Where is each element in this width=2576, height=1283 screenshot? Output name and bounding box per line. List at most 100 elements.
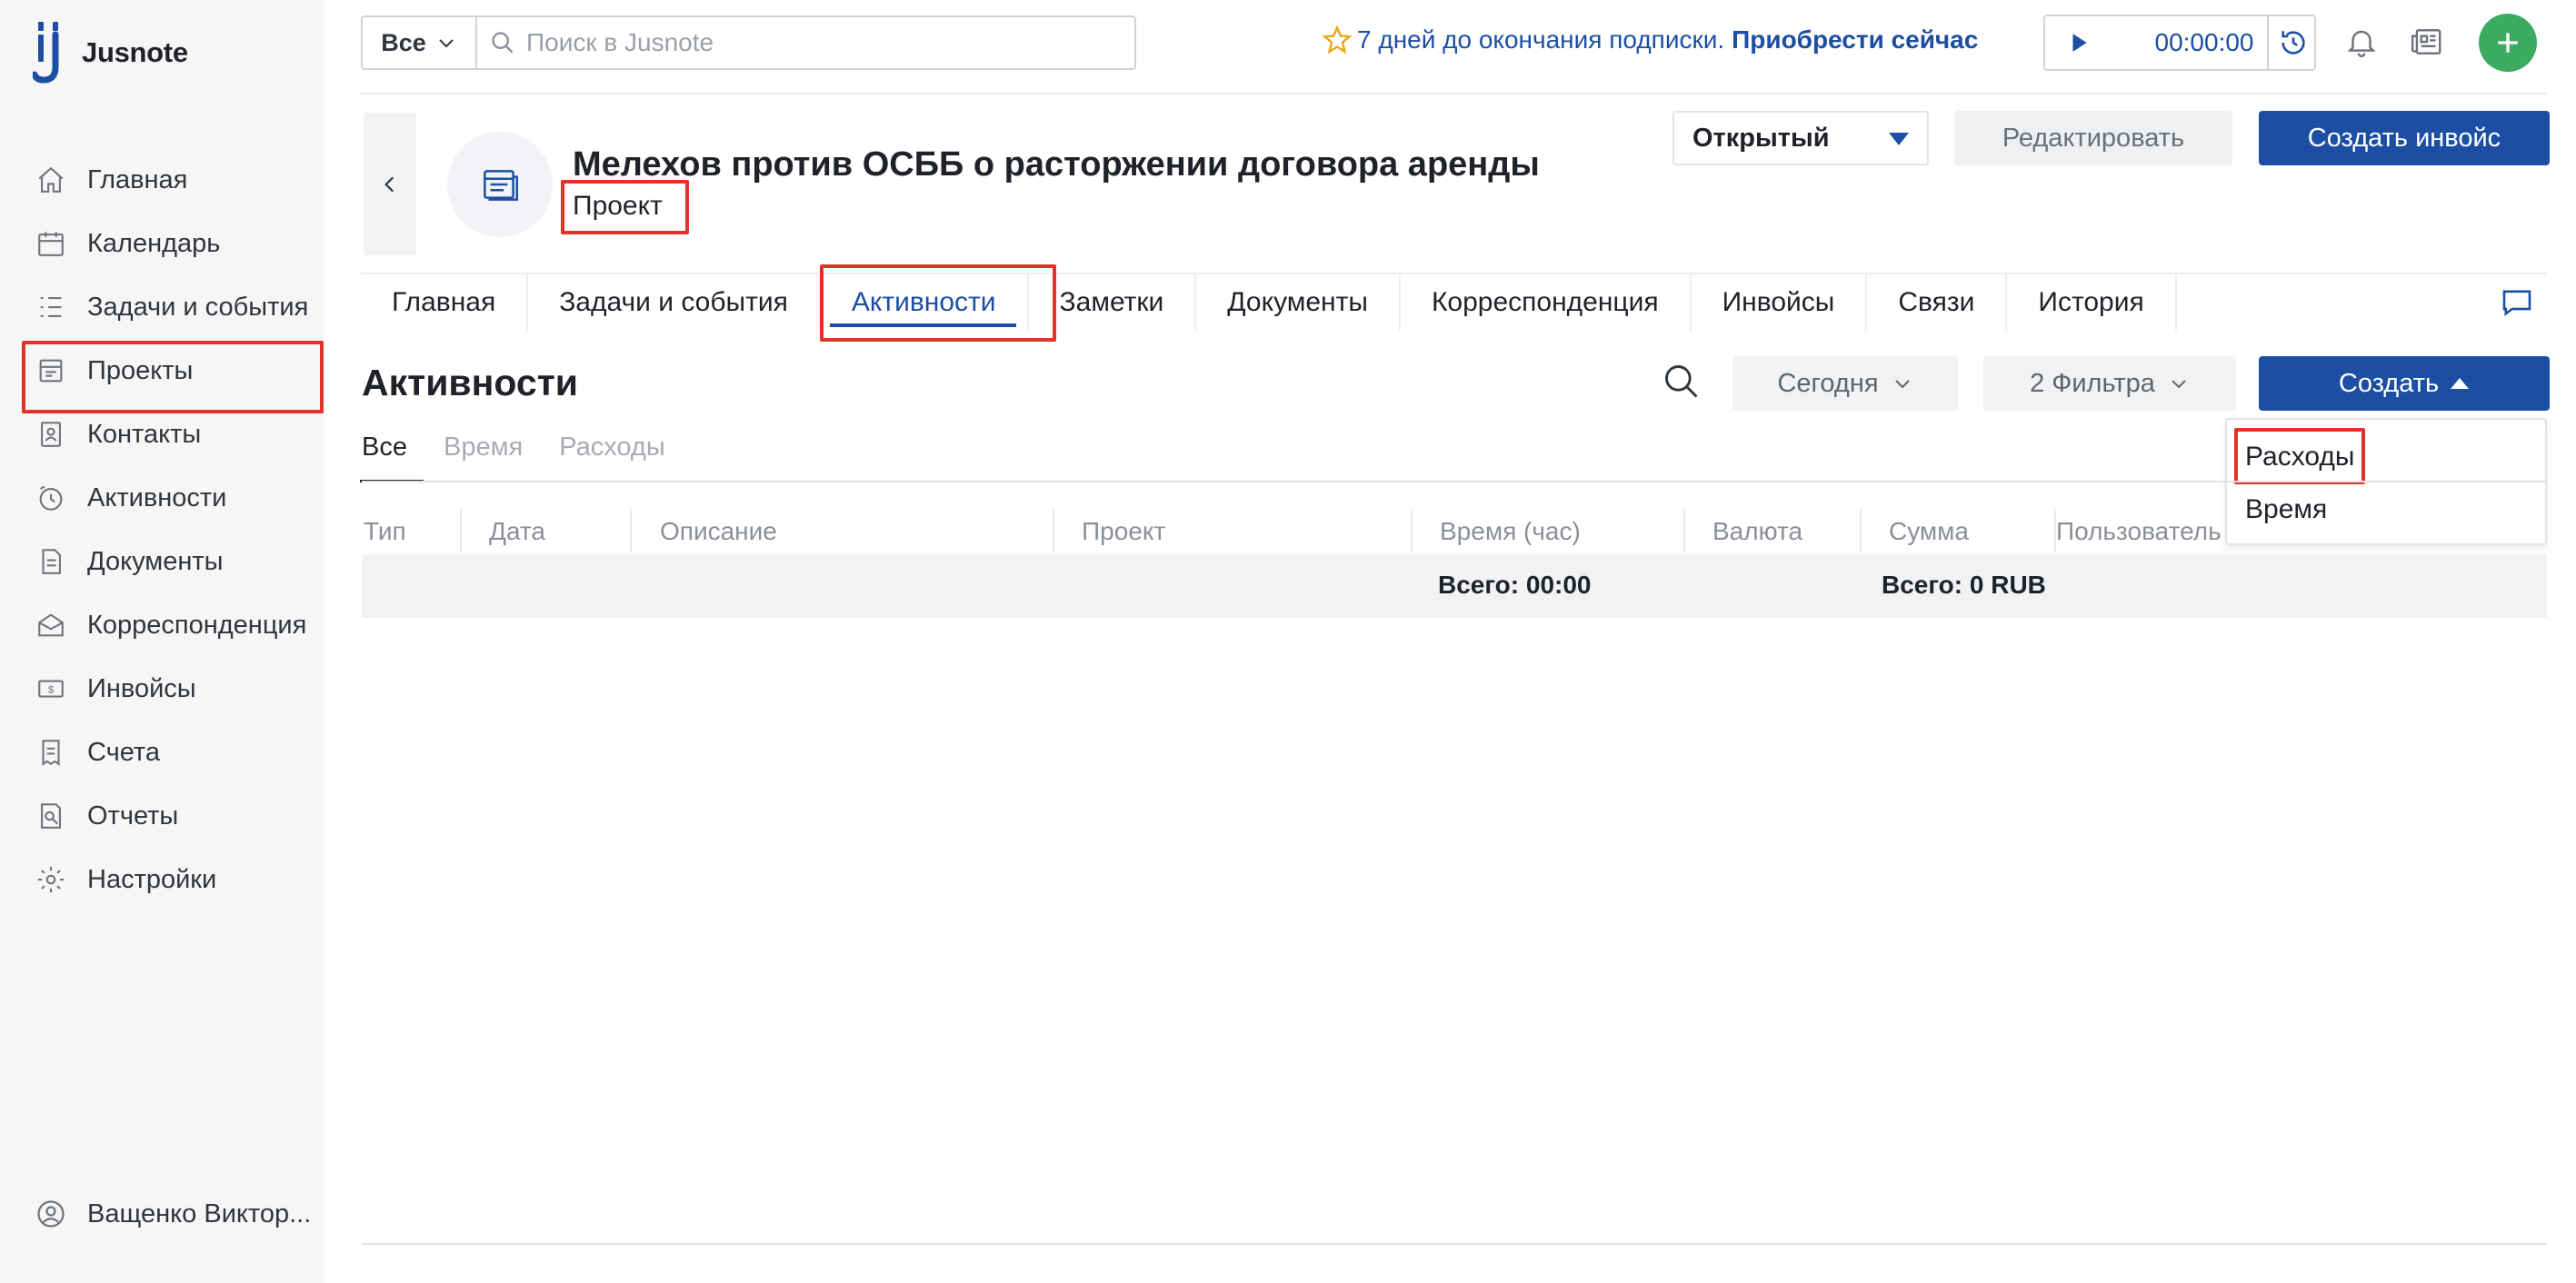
- sidebar-nav: Главная Календарь Задачи и события Проек…: [22, 148, 324, 911]
- subtabs-divider: [362, 481, 2547, 482]
- highlight-activities-tab: [820, 264, 1056, 342]
- chevron-down-icon: [2172, 380, 2186, 389]
- search-scope-select[interactable]: Все: [361, 15, 477, 70]
- plus-icon: [2498, 33, 2518, 53]
- jusnote-logo-icon: [33, 22, 59, 84]
- sidebar-item-tasks[interactable]: Задачи и события: [22, 275, 324, 339]
- create-invoice-button[interactable]: Создать инвойс: [2259, 111, 2550, 165]
- column-project[interactable]: Проект: [1082, 509, 1165, 554]
- global-search[interactable]: [475, 15, 1136, 70]
- sidebar-item-label: Настройки: [87, 864, 217, 894]
- create-button[interactable]: Создать: [2259, 356, 2550, 411]
- sidebar-item-settings[interactable]: Настройки: [22, 848, 324, 911]
- sidebar-item-home[interactable]: Главная: [22, 148, 324, 212]
- comments-icon[interactable]: [2498, 283, 2536, 322]
- subtab-all[interactable]: Все: [360, 433, 424, 482]
- chevron-down-icon: [1894, 380, 1910, 389]
- sidebar-item-label: Календарь: [87, 228, 221, 258]
- period-dropdown[interactable]: Сегодня: [1732, 356, 1958, 411]
- search-input[interactable]: [526, 28, 1108, 57]
- sidebar-item-label: Документы: [87, 546, 224, 576]
- notifications-button[interactable]: [2340, 20, 2383, 64]
- user-menu[interactable]: Ващенко Виктор...: [35, 1198, 311, 1230]
- user-icon: [37, 1200, 65, 1228]
- star-icon: [1322, 25, 1353, 55]
- column-currency[interactable]: Валюта: [1712, 509, 1802, 554]
- tab-relations[interactable]: Связи: [1867, 274, 2008, 331]
- edit-button[interactable]: Редактировать: [1954, 111, 2232, 165]
- sidebar-item-documents[interactable]: Документы: [22, 530, 324, 593]
- column-type[interactable]: Тип: [364, 509, 406, 554]
- column-separator: [460, 509, 462, 552]
- app-name: Jusnote: [82, 36, 188, 68]
- tab-documents[interactable]: Документы: [1196, 274, 1401, 331]
- subscription-banner: 7 дней до окончания подписки. Приобрести…: [1321, 24, 1978, 56]
- timer-history-button[interactable]: [2267, 15, 2318, 71]
- column-date[interactable]: Дата: [489, 509, 545, 554]
- play-icon: [2072, 34, 2087, 52]
- sidebar-item-label: Отчеты: [87, 801, 179, 830]
- sidebar-item-label: Контакты: [87, 419, 202, 449]
- sidebar-item-label: Главная: [87, 164, 188, 194]
- sidebar-item-label: Инвойсы: [87, 673, 196, 703]
- newspaper-icon: [2411, 29, 2441, 55]
- column-separator: [1411, 509, 1413, 552]
- app-logo[interactable]: Jusnote: [33, 18, 188, 87]
- column-amount[interactable]: Сумма: [1889, 509, 1969, 554]
- sidebar-item-invoices[interactable]: $ Инвойсы: [22, 657, 324, 721]
- sidebar: Jusnote Главная Календарь Задачи и событ…: [0, 0, 324, 1283]
- sidebar-item-label: Корреспонденция: [87, 610, 307, 640]
- search-icon: [492, 32, 514, 54]
- project-avatar: [447, 132, 553, 237]
- column-description[interactable]: Описание: [660, 509, 777, 554]
- column-separator: [1053, 509, 1054, 552]
- quick-add-button[interactable]: [2479, 14, 2537, 72]
- chevron-left-icon: [384, 176, 394, 192]
- tab-history[interactable]: История: [2007, 274, 2177, 331]
- user-name: Ващенко Виктор...: [87, 1198, 312, 1228]
- column-user[interactable]: Пользователь: [2056, 509, 2222, 554]
- buy-now-link[interactable]: Приобрести сейчас: [1732, 25, 1978, 55]
- sidebar-item-reports[interactable]: Отчеты: [22, 784, 324, 848]
- content-bottom-divider: [362, 1243, 2547, 1245]
- documents-icon: [35, 545, 67, 578]
- home-icon: [35, 164, 67, 196]
- project-status-select[interactable]: Открытый: [1672, 111, 1929, 165]
- chevron-down-icon: [439, 39, 454, 48]
- sidebar-item-calendar[interactable]: Календарь: [22, 212, 324, 275]
- project-folder-icon: [484, 170, 518, 201]
- period-value: Сегодня: [1777, 368, 1879, 398]
- tab-main[interactable]: Главная: [361, 274, 529, 331]
- highlight-expenses-item: [2234, 428, 2365, 484]
- reports-icon: [35, 800, 67, 832]
- sidebar-item-activities[interactable]: Активности: [22, 466, 324, 530]
- settings-icon: [35, 863, 67, 896]
- bell-icon: [2347, 30, 2376, 57]
- back-button[interactable]: [364, 113, 416, 255]
- total-time: Всего: 00:00: [1438, 571, 1592, 599]
- column-hours[interactable]: Время (час): [1440, 509, 1581, 554]
- subtab-expenses[interactable]: Расходы: [559, 433, 664, 482]
- sidebar-item-label: Активности: [87, 482, 227, 512]
- news-button[interactable]: [2405, 20, 2449, 64]
- subtab-time[interactable]: Время: [444, 433, 523, 482]
- column-separator: [1860, 509, 1862, 552]
- sidebar-item-label: Счета: [87, 737, 160, 767]
- total-amount: Всего: 0 RUB: [1882, 571, 2046, 599]
- tab-invoices[interactable]: Инвойсы: [1692, 274, 1868, 331]
- filters-dropdown[interactable]: 2 Фильтра: [1983, 356, 2236, 411]
- sidebar-item-accounts[interactable]: Счета: [22, 721, 324, 784]
- highlight-project-type: [561, 180, 689, 234]
- subscription-text: 7 дней до окончания подписки.: [1357, 25, 1725, 54]
- search-icon[interactable]: [1662, 362, 1702, 402]
- project-title: Мелехов против ОСББ о расторжении догово…: [573, 145, 1540, 184]
- totals-row: Всего: 00:00 Всего: 0 RUB: [362, 554, 2547, 618]
- timer-play-button[interactable]: [2045, 16, 2112, 69]
- tab-correspondence[interactable]: Корреспонденция: [1401, 274, 1692, 331]
- project-status-value: Открытый: [1692, 123, 1830, 153]
- column-separator: [630, 509, 632, 552]
- tab-tasks[interactable]: Задачи и события: [528, 274, 821, 331]
- search-scope-value: Все: [381, 28, 426, 56]
- sidebar-item-correspondence[interactable]: Корреспонденция: [22, 593, 324, 657]
- table-header: Тип Дата Описание Проект Время (час) Вал…: [362, 509, 2547, 554]
